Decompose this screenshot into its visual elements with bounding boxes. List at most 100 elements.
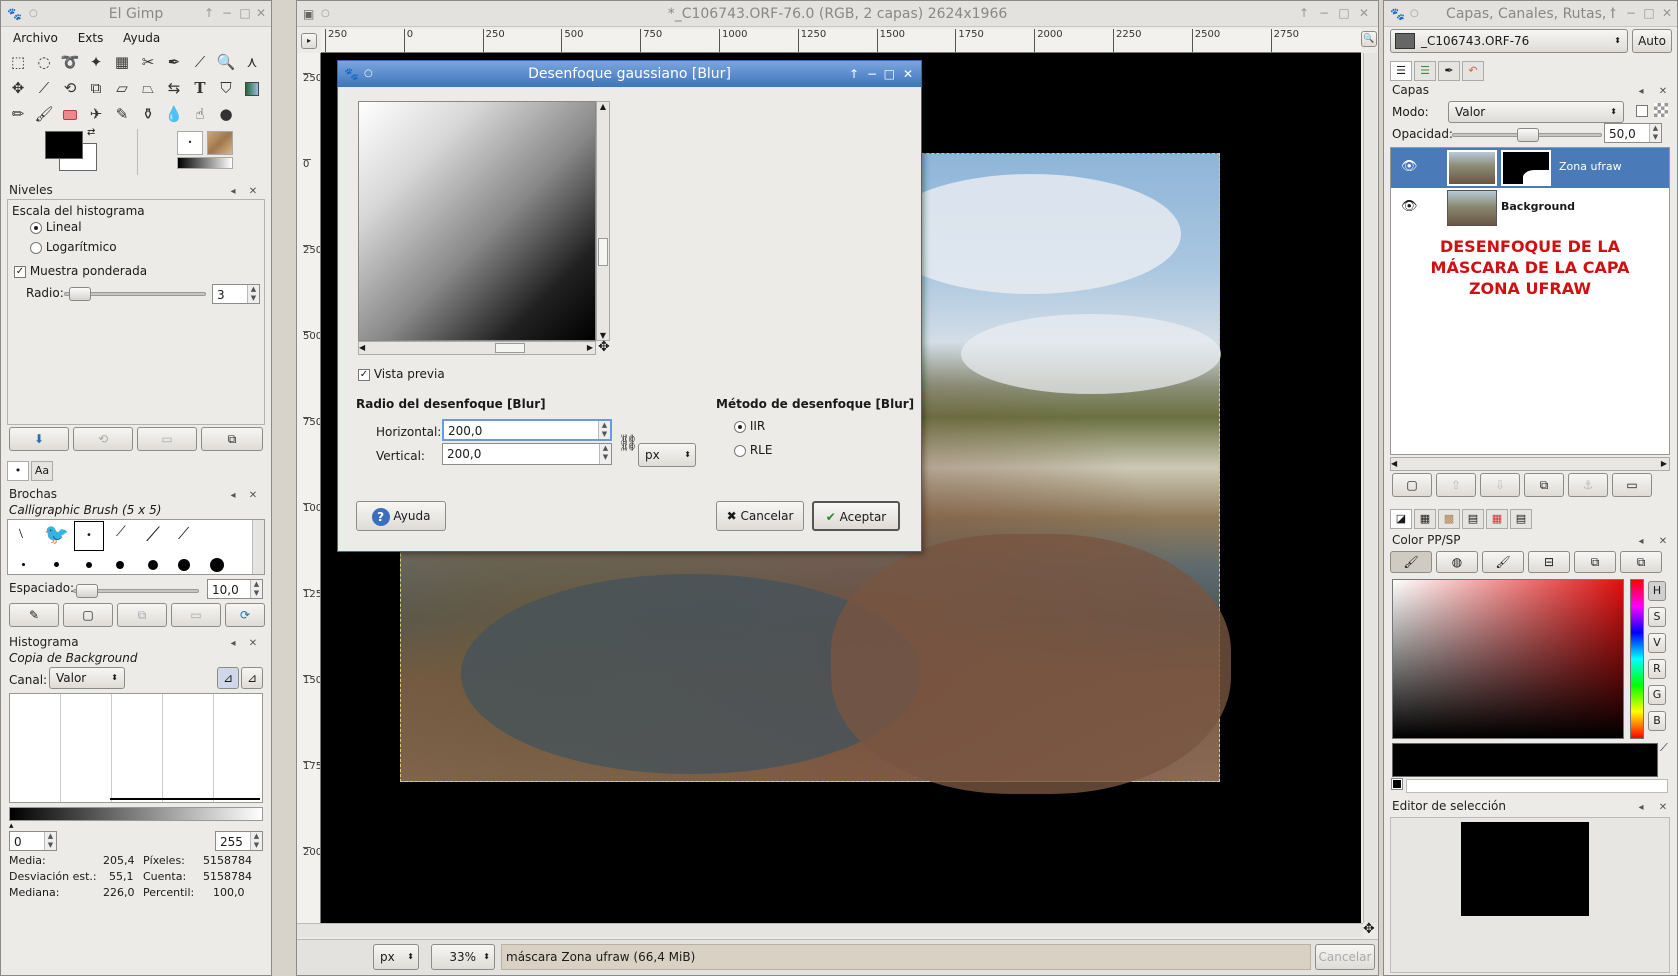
scale-tool-icon[interactable]: ⧉ (83, 75, 109, 101)
blend-tool-icon[interactable] (239, 75, 265, 101)
linear-radio[interactable]: Lineal (30, 220, 82, 234)
duplicate-brush-button[interactable]: ⧉ (117, 603, 167, 627)
refresh-brushes-button[interactable]: ⟳ (225, 603, 265, 627)
channel-select[interactable]: Valor ⬍ (49, 667, 125, 689)
preview-vscroll-thumb[interactable] (598, 238, 608, 266)
keep-transparency-checkbox[interactable] (1636, 105, 1648, 117)
dock-menu-icon[interactable]: ◂ (226, 488, 240, 502)
channel-v-toggle[interactable]: V (1648, 633, 1666, 653)
menu-archivo[interactable]: Archivo (13, 31, 58, 45)
tab-pattern-icon[interactable]: ▩ (1438, 509, 1460, 529)
mode-select[interactable]: Valor ⬍ (1448, 101, 1624, 123)
brush-item[interactable]: ﹨ (14, 522, 28, 542)
log-histogram-button[interactable]: ⊿ (241, 667, 263, 689)
opacity-slider-knob[interactable] (1517, 128, 1539, 142)
maximize-icon[interactable]: □ (1641, 5, 1657, 21)
linear-radio-dot[interactable] (30, 221, 42, 234)
tab-paths-icon[interactable]: ✒ (1438, 61, 1460, 81)
hex-entry[interactable] (1406, 779, 1668, 793)
spacing-slider[interactable] (73, 584, 199, 598)
measure-tool-icon[interactable]: ⋏ (239, 49, 265, 75)
horizontal-scrollbar[interactable] (297, 923, 1363, 937)
dock-menu-icon[interactable]: ◂ (1634, 534, 1648, 548)
tab-palette-icon[interactable]: ▦ (1414, 509, 1436, 529)
spin-arrows-icon[interactable]: ▲ ▼ (250, 580, 262, 598)
maximize-icon[interactable]: □ (884, 61, 895, 87)
spin-arrows-icon[interactable]: ▲ ▼ (598, 421, 610, 439)
raise-layer-button[interactable]: ⇧ (1436, 473, 1476, 497)
current-color-swatch[interactable] (1392, 743, 1658, 777)
zoom-fit-icon[interactable]: 🔍 (1361, 31, 1377, 47)
dock-close-icon[interactable]: ✕ (246, 184, 260, 198)
rle-radio-dot[interactable] (734, 444, 746, 457)
levels-edit-button[interactable]: ⬇ (9, 427, 69, 451)
brush-grid[interactable]: ﹨ 🐦 • ⟋ ⟋ ⟋ (7, 519, 265, 575)
pencil-tool-icon[interactable]: ✏ (5, 101, 31, 127)
blur-unit-select[interactable]: px ⬍ (638, 443, 696, 467)
brush-dots-row[interactable] (16, 558, 246, 574)
vertical-scrollbar[interactable] (1363, 53, 1377, 923)
brush-dot[interactable] (22, 563, 25, 566)
swap-colors-icon[interactable]: ⇄ (87, 127, 95, 138)
dock-menu-icon[interactable]: ◂ (1634, 84, 1648, 98)
tab-document-icon[interactable]: ▤ (1510, 509, 1532, 529)
gimp-selector-button[interactable]: 🖌 (1390, 551, 1432, 573)
preview-vscroll[interactable]: ▲ ▼ (596, 101, 610, 341)
image-select[interactable]: _C106743.ORF-76 ⬍ (1390, 29, 1628, 53)
preview-checkbox[interactable]: ✓ Vista previa (358, 367, 445, 381)
color-select-tool-icon[interactable]: ▦ (109, 49, 135, 75)
preview-hscroll-thumb[interactable] (495, 343, 525, 353)
horizontal-spin[interactable]: 200,0 ▲ ▼ (442, 419, 612, 441)
dialog-titlebar[interactable]: 🐾 ○ Desenfoque gaussiano [Blur] ↑ − □ ✕ (338, 61, 921, 87)
radius-slider-knob[interactable] (69, 287, 91, 301)
tab-undo-icon[interactable]: ↶ (1462, 61, 1484, 81)
raise-icon[interactable]: ↑ (201, 5, 217, 21)
layer-row-selected[interactable]: 👁 Zona ufraw (1391, 148, 1669, 188)
radius-slider[interactable] (64, 287, 206, 301)
edit-brush-button[interactable]: ✎ (9, 603, 59, 627)
scales-selector-button[interactable]: ⊟ (1528, 551, 1570, 573)
selection-preview[interactable] (1461, 822, 1589, 916)
layer-row[interactable]: 👁 Background (1391, 188, 1669, 228)
visibility-eye-icon[interactable]: 👁 (1401, 199, 1418, 214)
auto-button[interactable]: Auto (1632, 29, 1672, 53)
maximize-icon[interactable]: □ (237, 5, 253, 21)
duplicate-layer-button[interactable]: ⧉ (1524, 473, 1564, 497)
color-square[interactable] (1392, 579, 1624, 739)
help-button[interactable]: ? Ayuda (356, 501, 446, 531)
brush-item[interactable]: ⟋ (178, 524, 189, 544)
spin-arrows-icon[interactable]: ▲ ▼ (599, 444, 611, 464)
brush-dot[interactable] (86, 562, 92, 568)
dodge-burn-tool-icon[interactable]: ● (213, 101, 239, 127)
opacity-slider[interactable] (1452, 128, 1602, 142)
zoom-select[interactable]: 33% ⬍ (431, 944, 495, 970)
palette-selector-button[interactable]: ⧉ (1620, 551, 1662, 573)
spin-arrows-icon[interactable]: ▲ ▼ (44, 832, 56, 850)
brush-dot[interactable] (148, 560, 158, 570)
dock-close-icon[interactable]: ✕ (1656, 800, 1670, 814)
chain-link-icon[interactable]: ⛓ (618, 423, 638, 463)
brush-item[interactable]: ⟋ (116, 524, 126, 540)
watercolor-selector-button[interactable]: 🖌 (1482, 551, 1524, 573)
navigate-icon[interactable]: ✥ (1363, 921, 1375, 937)
minimize-icon[interactable]: − (867, 61, 877, 87)
toolbox-titlebar[interactable]: 🐾 ○ El Gimp ↑ − □ ✕ (1, 1, 271, 27)
channel-r-toggle[interactable]: R (1648, 659, 1666, 679)
histogram-min-spin[interactable]: 0 ▲ ▼ (9, 831, 57, 851)
pin-icon[interactable]: ○ (29, 1, 38, 27)
paths-tool-icon[interactable]: ✒ (161, 49, 187, 75)
tab-layers-icon[interactable]: ☰ (1390, 61, 1412, 81)
delete-layer-button[interactable]: ▭ (1612, 473, 1652, 497)
close-icon[interactable]: ✕ (903, 61, 913, 87)
menu-ayuda[interactable]: Ayuda (123, 31, 160, 45)
unit-select[interactable]: px ⬍ (373, 944, 419, 970)
weighted-check-icon[interactable]: ✓ (14, 265, 26, 278)
flip-tool-icon[interactable]: ⇆ (161, 75, 187, 101)
layer-thumbnail[interactable] (1447, 190, 1497, 226)
layer-mask-thumbnail[interactable] (1501, 150, 1551, 186)
cmyk-selector-button[interactable]: ⧉ (1574, 551, 1616, 573)
histogram-max-spin[interactable]: 255 ▲ ▼ (215, 831, 263, 851)
iir-radio-dot[interactable] (734, 420, 746, 433)
layer-thumbnail[interactable] (1447, 150, 1497, 186)
ink-tool-icon[interactable]: ✎ (109, 101, 135, 127)
